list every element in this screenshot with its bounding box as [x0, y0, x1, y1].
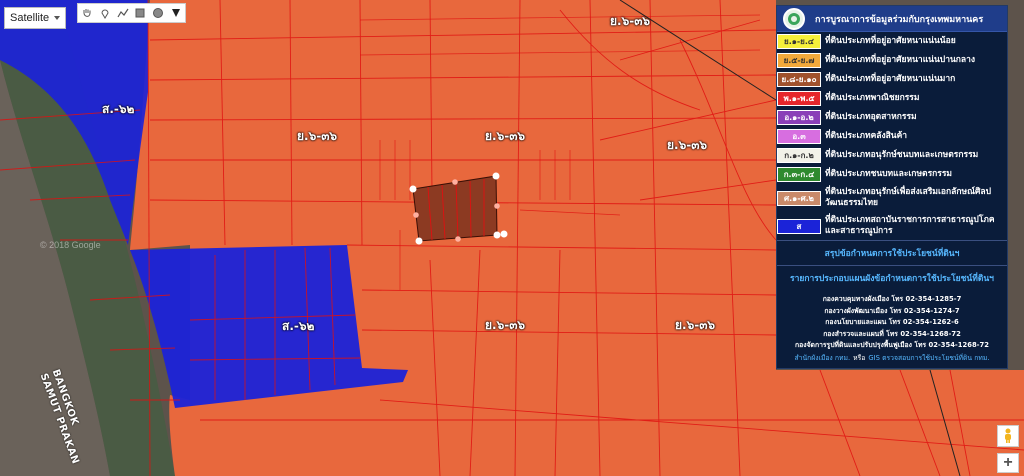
pegman-icon	[1005, 428, 1011, 443]
circle-icon[interactable]	[150, 5, 166, 21]
zone-label: ส.-๖๒	[102, 102, 135, 116]
legend-label: ที่ดินประเภทที่อยู่อาศัยหนาแน่นมาก	[825, 74, 956, 84]
legend-swatch: ก.๓-ก.๔	[777, 167, 821, 182]
map-type-select[interactable]: Satellite	[4, 7, 66, 29]
planning-office-link[interactable]: สำนักผังเมือง กทม.	[795, 354, 851, 362]
rectangle-icon[interactable]	[132, 5, 148, 21]
street-view-pegman[interactable]	[997, 425, 1019, 447]
legend-swatch: ส	[777, 218, 821, 234]
legend-panel: การบูรณาการข้อมูลร่วมกับกรุงเทพมหานคร ย.…	[776, 5, 1008, 369]
legend-swatch: ศ.๑-ศ.๒	[777, 190, 821, 206]
contact-line: กองสำรวจและแผนที่ โทร 02-354-1268-72	[823, 329, 961, 338]
drawing-toolbar	[77, 3, 186, 23]
legend-title: การบูรณาการข้อมูลร่วมกับกรุงเทพมหานคร	[815, 14, 984, 25]
legend-items: ย.๑-ย.๔ ที่ดินประเภทที่อยู่อาศัยหนาแน่นน้…	[777, 32, 1007, 240]
zone-label: ย.๖-๓๖	[675, 318, 716, 332]
polyline-icon[interactable]	[115, 5, 131, 21]
legend-header: การบูรณาการข้อมูลร่วมกับกรุงเทพมหานคร	[777, 6, 1007, 32]
legend-item: ก.๑-ก.๒ ที่ดินประเภทอนุรักษ์ชนบทและเกษตรก…	[777, 146, 1007, 165]
pen-icon[interactable]	[168, 5, 184, 21]
legend-item: ศ.๑-ศ.๒ ที่ดินประเภทอนุรักษ์เพื่อส่งเสริม…	[777, 184, 1007, 212]
legend-swatch: พ.๑-พ.๕	[777, 91, 821, 106]
legend-item: ย.๕-ย.๗ ที่ดินประเภทที่อยู่อาศัยหนาแน่นปา…	[777, 51, 1007, 70]
hand-icon[interactable]	[79, 5, 95, 21]
map-copyright: © 2018 Google	[40, 240, 101, 250]
legend-swatch: ก.๑-ก.๒	[777, 148, 821, 163]
chevron-down-icon	[54, 16, 60, 20]
zone-label: ส.-๖๒	[282, 319, 315, 333]
map-type-value: Satellite	[10, 12, 50, 24]
zone-label: ย.๖-๓๖	[610, 14, 651, 28]
gis-check-link[interactable]: GIS ตรวจสอบการใช้ประโยชน์ที่ดิน กทม.	[868, 354, 989, 362]
land-use-details-link[interactable]: รายการประกอบแผนผังข้อกำหนดการใช้ประโยชน์…	[777, 265, 1007, 290]
legend-label: ที่ดินประเภทอนุรักษ์ชนบทและเกษตรกรรม	[825, 150, 979, 160]
legend-label: ที่ดินประเภทสถาบันราชการการสาธารณูปโภคแล…	[825, 215, 995, 236]
legend-item: พ.๑-พ.๕ ที่ดินประเภทพาณิชยกรรม	[777, 89, 1007, 108]
legend-label: ที่ดินประเภทอุตสาหกรรม	[825, 112, 917, 122]
legend-label: ที่ดินประเภทพาณิชยกรรม	[825, 93, 920, 103]
legend-item: อ.๑-อ.๒ ที่ดินประเภทอุตสาหกรรม	[777, 108, 1007, 127]
legend-swatch: ย.๘-ย.๑๐	[777, 72, 821, 87]
zoom-in-button[interactable]: +	[997, 453, 1019, 473]
legend-swatch: อ.๑-อ.๒	[777, 110, 821, 125]
contact-line: กองจัดการรูปที่ดินและปรับปรุงพื้นฟูเมือง…	[795, 341, 989, 349]
bma-seal-icon	[783, 7, 805, 30]
legend-swatch: อ.๓	[777, 129, 821, 144]
legend-item: อ.๓ ที่ดินประเภทคลังสินค้า	[777, 127, 1007, 146]
zone-label: ย.๖-๓๖	[667, 138, 708, 152]
contact-line: กองนโยบายและแผน โทร 02-354-1262-6	[825, 318, 959, 326]
legend-footer: สำนักผังเมือง กทม. หรือ GIS ตรวจสอบการใช้ป…	[783, 352, 1001, 364]
zone-label: ย.๖-๓๖	[485, 129, 526, 143]
legend-item: ย.๘-ย.๑๐ ที่ดินประเภทที่อยู่อาศัยหนาแน่นม…	[777, 70, 1007, 89]
marker-icon[interactable]	[97, 5, 113, 21]
land-use-summary-link[interactable]: สรุปข้อกำหนดการใช้ประโยชน์ที่ดินฯ	[777, 240, 1007, 265]
legend-item: ย.๑-ย.๔ ที่ดินประเภทที่อยู่อาศัยหนาแน่นน้…	[777, 32, 1007, 51]
zone-label: ย.๖-๓๖	[485, 318, 526, 332]
contact-line: กองควบคุมทางผังเมือง โทร 02-354-1285-7	[822, 295, 962, 303]
contact-line: กองวางผังพัฒนาเมือง โทร 02-354-1274-7	[824, 306, 960, 315]
legend-swatch: ย.๑-ย.๔	[777, 34, 821, 49]
legend-label: ที่ดินประเภทชนบทและเกษตรกรรม	[825, 169, 953, 179]
legend-label: ที่ดินประเภทอนุรักษ์เพื่อส่งเสริมเอกลักษ…	[825, 187, 992, 208]
legend-label: ที่ดินประเภทคลังสินค้า	[825, 131, 908, 141]
zone-label: ย.๖-๓๖	[297, 129, 338, 143]
legend-item: สที่ดินประเภทสถาบันราชการการสาธารณูปโภคแ…	[777, 212, 1007, 240]
legend-swatch: ย.๕-ย.๗	[777, 53, 821, 68]
legend-label: ที่ดินประเภทที่อยู่อาศัยหนาแน่นน้อย	[825, 36, 956, 46]
footer-or-text: หรือ	[853, 353, 866, 362]
legend-label: ที่ดินประเภทที่อยู่อาศัยหนาแน่นปานกลาง	[825, 55, 976, 65]
legend-item: ก.๓-ก.๔ ที่ดินประเภทชนบทและเกษตรกรรม	[777, 165, 1007, 184]
contact-list: กองควบคุมทางผังเมือง โทร 02-354-1285-7 กอ…	[777, 290, 1007, 368]
